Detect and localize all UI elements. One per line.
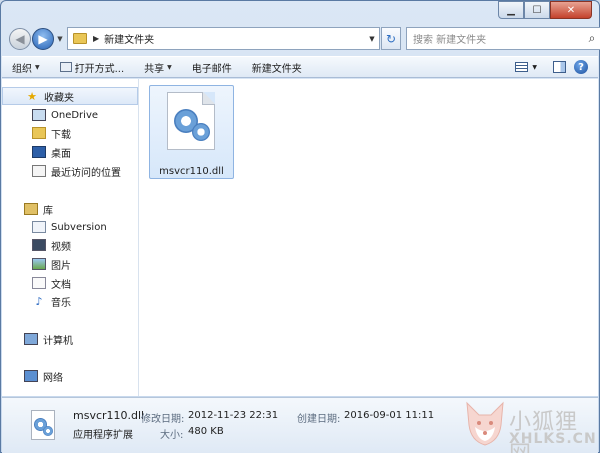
breadcrumb-arrow-icon[interactable]: ▶: [93, 34, 99, 43]
sidebar-item-label: 视频: [51, 241, 71, 253]
address-bar[interactable]: ▶ 新建文件夹 ▼: [67, 27, 380, 50]
star-icon: ★: [27, 89, 37, 103]
chevron-down-icon: ▼: [532, 63, 537, 71]
downloads-folder-icon: [32, 127, 46, 139]
sidebar-item-label: 计算机: [43, 335, 73, 347]
new-folder-button[interactable]: 新建文件夹: [242, 57, 312, 77]
watermark-domain: XHLKS.CN: [509, 431, 597, 447]
help-icon[interactable]: ?: [574, 60, 588, 74]
documents-icon: [32, 277, 46, 289]
sidebar-item-subversion[interactable]: Subversion: [2, 218, 138, 236]
dll-file-icon: [31, 410, 55, 440]
watermark: 小狐狸网 XHLKS.CN: [463, 401, 599, 453]
network-icon: [24, 370, 38, 382]
email-label: 电子邮件: [191, 63, 232, 75]
sidebar-item-computer[interactable]: 计算机: [2, 330, 138, 348]
chevron-down-icon: ▼: [167, 63, 172, 71]
pictures-icon: [32, 258, 46, 270]
dll-file-icon: [167, 92, 215, 150]
music-icon: ♪: [35, 294, 43, 308]
change-view-button[interactable]: ▼: [507, 62, 545, 72]
refresh-icon: ↻: [385, 31, 397, 46]
new-folder-label: 新建文件夹: [251, 63, 302, 75]
sidebar-item-label: 音乐: [51, 297, 71, 309]
forward-button[interactable]: ▶: [32, 28, 54, 50]
search-icon[interactable]: ⌕: [583, 31, 600, 46]
navigation-bar: ◀ ▶ ▼ ▶ 新建文件夹 ▼ ↻ 搜索 新建文件夹 ⌕: [9, 26, 600, 52]
created-label: 创建日期:: [297, 414, 341, 425]
content-area: ★ 收藏夹 OneDrive 下载 桌面 最近访问的位置 库 Subversio…: [2, 79, 598, 396]
details-file-type: 应用程序扩展: [73, 430, 133, 441]
open-with-label: 打开方式...: [74, 63, 125, 75]
size-value: 480 KB: [188, 426, 224, 437]
subversion-icon: [32, 221, 46, 233]
preview-pane-icon[interactable]: [553, 61, 566, 73]
folder-icon: [73, 33, 87, 44]
file-name: msvcr110.dll: [159, 166, 224, 177]
gear-icon: [43, 426, 53, 436]
share-button[interactable]: 共享 ▼: [134, 57, 182, 77]
sidebar-item-label: 文档: [51, 279, 71, 291]
command-bar: 组织 ▼ 打开方式... 共享 ▼ 电子邮件 新建文件夹 ▼ ?: [2, 56, 598, 78]
open-with-button[interactable]: 打开方式...: [50, 57, 135, 77]
libraries-icon: [24, 203, 38, 215]
sidebar-item-label: 图片: [51, 260, 71, 272]
file-item[interactable]: msvcr110.dll: [149, 85, 234, 179]
created-value: 2016-09-01 11:11: [344, 410, 435, 421]
share-label: 共享: [144, 63, 165, 75]
back-button[interactable]: ◀: [9, 28, 31, 50]
sidebar-item-libraries[interactable]: 库: [2, 200, 138, 218]
sidebar-item-label: 下载: [51, 129, 71, 141]
size-label: 大小:: [160, 430, 184, 441]
modified-value: 2012-11-23 22:31: [188, 410, 279, 421]
videos-icon: [32, 239, 46, 251]
chevron-down-icon: ▼: [35, 63, 40, 71]
email-button[interactable]: 电子邮件: [182, 57, 242, 77]
sidebar-item-music[interactable]: ♪ 音乐: [2, 292, 138, 310]
caption-buttons: ▁ ☐ ✕: [498, 1, 592, 19]
organize-label: 组织: [12, 63, 32, 75]
address-path[interactable]: 新建文件夹: [104, 31, 365, 46]
sidebar-item-label: 网络: [43, 372, 63, 384]
sidebar-item-documents[interactable]: 文档: [2, 274, 138, 292]
sidebar-item-label: Subversion: [51, 221, 107, 233]
sidebar-item-label: 桌面: [51, 148, 71, 160]
desktop-icon: [32, 146, 46, 158]
sidebar-item-label: 库: [43, 205, 53, 217]
sidebar-item-label: 收藏夹: [44, 92, 74, 104]
gear-icon: [192, 123, 210, 141]
sidebar-item-desktop[interactable]: 桌面: [2, 143, 138, 161]
explorer-window: ▁ ☐ ✕ ◀ ▶ ▼ ▶ 新建文件夹 ▼ ↻ 搜索 新建文件夹 ⌕ 组织 ▼ …: [0, 0, 600, 453]
sidebar-item-label: 最近访问的位置: [51, 167, 121, 179]
computer-icon: [24, 333, 38, 345]
close-button[interactable]: ✕: [550, 1, 592, 19]
maximize-button[interactable]: ☐: [524, 1, 550, 19]
modified-label: 修改日期:: [141, 414, 185, 425]
navigation-pane: ★ 收藏夹 OneDrive 下载 桌面 最近访问的位置 库 Subversio…: [2, 79, 139, 396]
sidebar-item-label: OneDrive: [51, 109, 99, 121]
sidebar-item-onedrive[interactable]: OneDrive: [2, 106, 138, 124]
sidebar-item-favorites[interactable]: ★ 收藏夹: [2, 87, 138, 105]
recent-places-icon: [32, 165, 46, 177]
organize-button[interactable]: 组织 ▼: [2, 57, 50, 77]
sidebar-item-pictures[interactable]: 图片: [2, 255, 138, 273]
sidebar-item-downloads[interactable]: 下载: [2, 124, 138, 142]
view-icon: [515, 62, 529, 72]
onedrive-icon: [32, 109, 46, 121]
file-list: msvcr110.dll: [140, 79, 598, 396]
open-with-icon: [59, 62, 72, 72]
search-input[interactable]: 搜索 新建文件夹: [407, 31, 583, 46]
sidebar-item-recent-places[interactable]: 最近访问的位置: [2, 162, 138, 180]
details-file-name: msvcr110.dll: [73, 409, 145, 422]
address-dropdown-icon[interactable]: ▼: [365, 35, 379, 43]
sidebar-item-network[interactable]: 网络: [2, 367, 138, 385]
recent-pages-dropdown[interactable]: ▼: [55, 35, 65, 43]
sidebar-item-videos[interactable]: 视频: [2, 236, 138, 254]
minimize-button[interactable]: ▁: [498, 1, 524, 19]
fox-logo-icon: [466, 401, 504, 446]
refresh-button[interactable]: ↻: [381, 27, 401, 50]
search-box[interactable]: 搜索 新建文件夹 ⌕: [406, 27, 600, 50]
